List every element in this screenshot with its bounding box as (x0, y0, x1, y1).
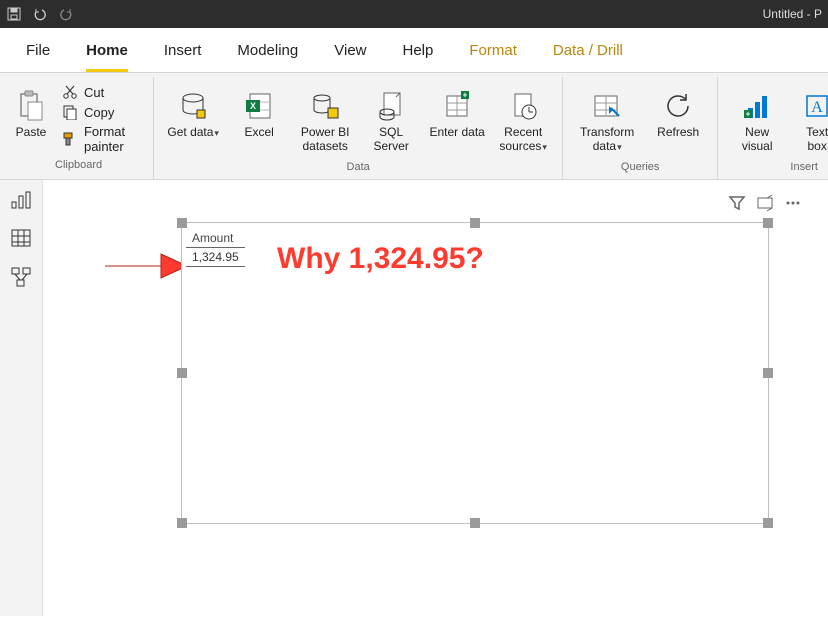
tab-modeling[interactable]: Modeling (219, 28, 316, 72)
new-visual-icon: + (742, 86, 772, 126)
excel-icon: X (244, 86, 274, 126)
group-queries-label: Queries (621, 159, 660, 177)
cut-icon (62, 84, 78, 100)
model-view-icon[interactable] (10, 266, 32, 288)
enter-data-button[interactable]: + Enter data (426, 81, 488, 145)
recent-sources-button[interactable]: Recent sources▾ (492, 81, 554, 159)
transform-data-icon (591, 86, 623, 126)
group-clipboard: Paste Cut Copy Format painter Clipboard (4, 77, 154, 179)
visual-toolbar (728, 194, 802, 212)
annotation-arrow-icon (103, 248, 189, 284)
new-visual-label: New visual (729, 126, 785, 154)
get-data-button[interactable]: Get data▾ (162, 81, 224, 145)
get-data-icon (177, 86, 209, 126)
transform-data-label: Transform data (580, 125, 634, 153)
svg-text:+: + (463, 91, 468, 100)
resize-handle[interactable] (177, 368, 187, 378)
group-data-label: Data (347, 159, 370, 177)
svg-text:+: + (746, 110, 751, 119)
enter-data-icon: + (443, 86, 471, 126)
new-visual-button[interactable]: + New visual (726, 81, 788, 159)
text-box-label: Text box (795, 126, 828, 154)
resize-handle[interactable] (177, 218, 187, 228)
group-clipboard-label: Clipboard (55, 157, 102, 175)
resize-handle[interactable] (763, 218, 773, 228)
report-view-icon[interactable] (10, 190, 32, 210)
window-title: Untitled - P (763, 7, 822, 21)
column-header: Amount (186, 229, 245, 248)
text-box-button[interactable]: A Text box (792, 81, 828, 159)
text-box-icon: A (803, 86, 828, 126)
group-insert-label: Insert (790, 159, 818, 177)
undo-icon[interactable] (32, 6, 48, 22)
recent-sources-label: Recent sources (499, 125, 542, 153)
format-painter-label: Format painter (84, 124, 137, 154)
paste-button[interactable]: Paste (12, 81, 50, 145)
excel-label: Excel (245, 126, 274, 140)
refresh-button[interactable]: Refresh (647, 81, 709, 145)
visual-content: Amount 1,324.95 (186, 229, 245, 267)
tab-file[interactable]: File (8, 28, 68, 72)
save-icon[interactable] (6, 6, 22, 22)
resize-handle[interactable] (763, 368, 773, 378)
recent-sources-icon (509, 86, 537, 126)
annotation-text: Why 1,324.95? (277, 242, 484, 276)
cut-button[interactable]: Cut (58, 83, 141, 101)
resize-handle[interactable] (470, 218, 480, 228)
copy-button[interactable]: Copy (58, 103, 141, 121)
refresh-icon (664, 86, 692, 126)
enter-data-label: Enter data (429, 126, 484, 140)
tab-insert[interactable]: Insert (146, 28, 220, 72)
svg-text:X: X (250, 101, 256, 111)
powerbi-datasets-label: Power BI datasets (297, 126, 353, 154)
excel-button[interactable]: X Excel (228, 81, 290, 145)
ribbon-tabs: File Home Insert Modeling View Help Form… (0, 28, 828, 73)
title-bar: Untitled - P (0, 0, 828, 28)
redo-icon[interactable] (58, 6, 74, 22)
data-view-icon[interactable] (10, 228, 32, 248)
format-painter-icon (62, 131, 78, 147)
ribbon: Paste Cut Copy Format painter Clipboard (0, 73, 828, 180)
group-insert: + New visual A Text box M visu Insert (718, 77, 828, 179)
resize-handle[interactable] (177, 518, 187, 528)
format-painter-button[interactable]: Format painter (58, 123, 141, 155)
cut-label: Cut (84, 85, 104, 100)
refresh-label: Refresh (657, 126, 699, 140)
tab-home[interactable]: Home (68, 28, 146, 72)
powerbi-datasets-icon (310, 86, 340, 126)
tab-data-drill[interactable]: Data / Drill (535, 28, 641, 72)
copy-icon (62, 104, 78, 120)
group-data: Get data▾ X Excel Power BI datasets SQL … (154, 77, 563, 179)
sql-server-button[interactable]: SQL Server (360, 81, 422, 159)
sql-server-icon (377, 86, 405, 126)
paste-icon (18, 86, 44, 126)
copy-label: Copy (84, 105, 114, 120)
svg-text:A: A (811, 99, 823, 116)
transform-data-button[interactable]: Transform data▾ (571, 81, 643, 159)
sql-server-label: SQL Server (363, 126, 419, 154)
resize-handle[interactable] (763, 518, 773, 528)
report-canvas[interactable]: Amount 1,324.95 Why 1,324.95? (43, 180, 828, 616)
tab-format[interactable]: Format (451, 28, 535, 72)
focus-mode-icon[interactable] (756, 194, 774, 212)
workspace: Amount 1,324.95 Why 1,324.95? (0, 180, 828, 616)
view-rail (0, 180, 43, 616)
powerbi-datasets-button[interactable]: Power BI datasets (294, 81, 356, 159)
paste-label: Paste (16, 126, 47, 140)
tab-view[interactable]: View (316, 28, 384, 72)
get-data-label: Get data (167, 125, 213, 139)
tab-help[interactable]: Help (385, 28, 452, 72)
group-queries: Transform data▾ Refresh Queries (563, 77, 718, 179)
resize-handle[interactable] (470, 518, 480, 528)
more-options-icon[interactable] (784, 194, 802, 212)
cell-value: 1,324.95 (186, 248, 245, 267)
filter-icon[interactable] (728, 194, 746, 212)
